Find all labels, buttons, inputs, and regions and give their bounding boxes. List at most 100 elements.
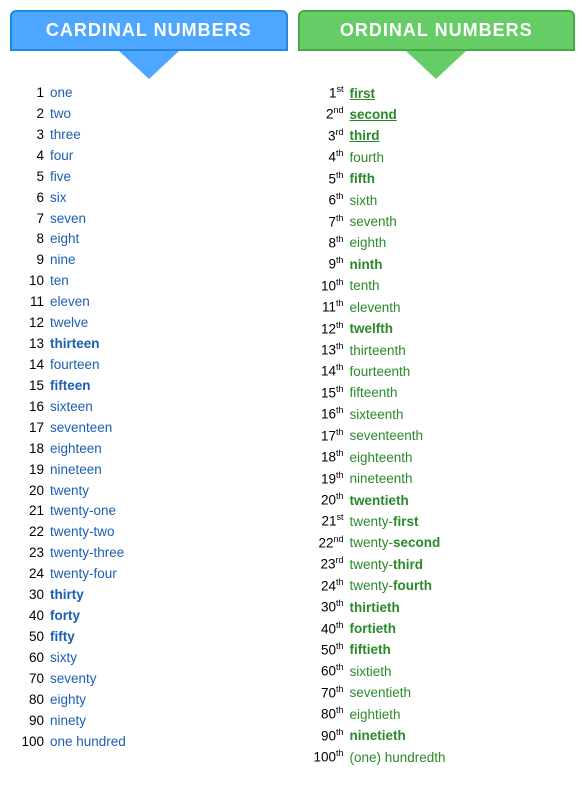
cardinal-word: sixty — [50, 648, 77, 669]
cardinal-row: 4four — [18, 146, 280, 167]
ordinal-number: 3rd — [306, 126, 350, 147]
ordinal-word: twenty-first — [350, 512, 419, 533]
ordinal-number: 60th — [306, 661, 350, 682]
ordinal-row: 19thnineteenth — [306, 469, 568, 490]
ordinal-number: 2nd — [306, 104, 350, 125]
ordinal-number: 40th — [306, 619, 350, 640]
cardinal-word: twenty-one — [50, 501, 116, 522]
ordinal-number: 6th — [306, 190, 350, 211]
ordinal-word: eightieth — [350, 705, 401, 726]
ordinal-word: sixth — [350, 191, 378, 212]
ordinal-number: 19th — [306, 469, 350, 490]
cardinal-number: 12 — [18, 313, 50, 334]
cardinal-number: 70 — [18, 669, 50, 690]
cardinal-word: five — [50, 167, 71, 188]
cardinal-word: two — [50, 104, 71, 125]
ordinal-number: 90th — [306, 726, 350, 747]
cardinal-number: 21 — [18, 501, 50, 522]
cardinal-word: twelve — [50, 313, 88, 334]
ordinal-row: 16thsixteenth — [306, 404, 568, 425]
cardinal-word: twenty-two — [50, 522, 115, 543]
cardinal-row: 10ten — [18, 271, 280, 292]
cardinal-word: eleven — [50, 292, 90, 313]
ordinal-word: fortieth — [350, 619, 397, 640]
main-container: CARDINAL NUMBERS ORDINAL NUMBERS 1one2tw… — [10, 10, 575, 769]
ordinal-number: 30th — [306, 597, 350, 618]
ordinal-word: sixteenth — [350, 405, 404, 426]
cardinal-row: 8eight — [18, 229, 280, 250]
cardinal-row: 100one hundred — [18, 732, 280, 753]
ordinal-word: seventeenth — [350, 426, 424, 447]
ordinal-row: 100th(one) hundredth — [306, 747, 568, 768]
ordinal-row: 17thseventeenth — [306, 426, 568, 447]
ordinal-row: 70thseventieth — [306, 683, 568, 704]
ordinal-number: 10th — [306, 276, 350, 297]
cardinal-number: 11 — [18, 292, 50, 313]
cardinal-row: 23twenty-three — [18, 543, 280, 564]
ordinal-word: thirtieth — [350, 598, 400, 619]
ordinal-row: 9thninth — [306, 254, 568, 275]
cardinal-row: 80eighty — [18, 690, 280, 711]
cardinal-number: 6 — [18, 188, 50, 209]
cardinal-row: 3three — [18, 125, 280, 146]
cardinal-word: six — [50, 188, 67, 209]
ordinal-number: 8th — [306, 233, 350, 254]
cardinal-row: 19nineteen — [18, 460, 280, 481]
ordinal-word: fiftieth — [350, 640, 391, 661]
ordinal-arrow-container — [298, 51, 576, 79]
cardinal-row: 13thirteen — [18, 334, 280, 355]
ordinal-row: 40thfortieth — [306, 619, 568, 640]
ordinal-column: 1stfirst2ndsecond3rdthird4thfourth5thfif… — [298, 83, 576, 769]
cardinal-word: eight — [50, 229, 79, 250]
cardinal-row: 70seventy — [18, 669, 280, 690]
ordinal-row: 6thsixth — [306, 190, 568, 211]
cardinal-row: 17seventeen — [18, 418, 280, 439]
cardinal-word: ninety — [50, 711, 86, 732]
ordinal-word: fourth — [350, 148, 385, 169]
ordinal-number: 21st — [306, 511, 350, 532]
cardinal-number: 22 — [18, 522, 50, 543]
ordinal-row: 3rdthird — [306, 126, 568, 147]
ordinal-word: eighteenth — [350, 448, 413, 469]
cardinal-word: forty — [50, 606, 80, 627]
ordinal-word: nineteenth — [350, 469, 413, 490]
cardinal-row: 22twenty-two — [18, 522, 280, 543]
ordinal-row: 30ththirtieth — [306, 597, 568, 618]
cardinal-word: sixteen — [50, 397, 93, 418]
ordinal-row: 60thsixtieth — [306, 661, 568, 682]
cardinal-row: 50fifty — [18, 627, 280, 648]
cardinal-word: nine — [50, 250, 76, 271]
cardinal-number: 20 — [18, 481, 50, 502]
cardinal-number: 10 — [18, 271, 50, 292]
cardinal-number: 24 — [18, 564, 50, 585]
content-row: 1one2two3three4four5five6six7seven8eight… — [10, 83, 575, 769]
cardinal-number: 18 — [18, 439, 50, 460]
ordinal-number: 15th — [306, 383, 350, 404]
ordinal-number: 13th — [306, 340, 350, 361]
ordinal-row: 12thtwelfth — [306, 319, 568, 340]
ordinal-word: third — [350, 126, 380, 147]
ordinal-row: 18theighteenth — [306, 447, 568, 468]
ordinal-arrow-icon — [406, 51, 466, 79]
ordinal-number: 11th — [306, 297, 350, 318]
cardinal-word: ten — [50, 271, 69, 292]
cardinal-row: 40forty — [18, 606, 280, 627]
cardinal-number: 8 — [18, 229, 50, 250]
ordinal-number: 50th — [306, 640, 350, 661]
cardinal-row: 2two — [18, 104, 280, 125]
headers-row: CARDINAL NUMBERS ORDINAL NUMBERS — [10, 10, 575, 51]
cardinal-word: four — [50, 146, 73, 167]
ordinal-row: 15thfifteenth — [306, 383, 568, 404]
ordinal-row: 21sttwenty-first — [306, 511, 568, 532]
cardinal-row: 90ninety — [18, 711, 280, 732]
cardinal-number: 1 — [18, 83, 50, 104]
cardinal-word: twenty-three — [50, 543, 124, 564]
ordinal-number: 12th — [306, 319, 350, 340]
cardinal-word: fourteen — [50, 355, 100, 376]
ordinal-word: seventieth — [350, 683, 412, 704]
ordinal-number: 9th — [306, 254, 350, 275]
cardinal-number: 2 — [18, 104, 50, 125]
cardinal-number: 30 — [18, 585, 50, 606]
cardinal-arrow-icon — [119, 51, 179, 79]
ordinal-row: 50thfiftieth — [306, 640, 568, 661]
